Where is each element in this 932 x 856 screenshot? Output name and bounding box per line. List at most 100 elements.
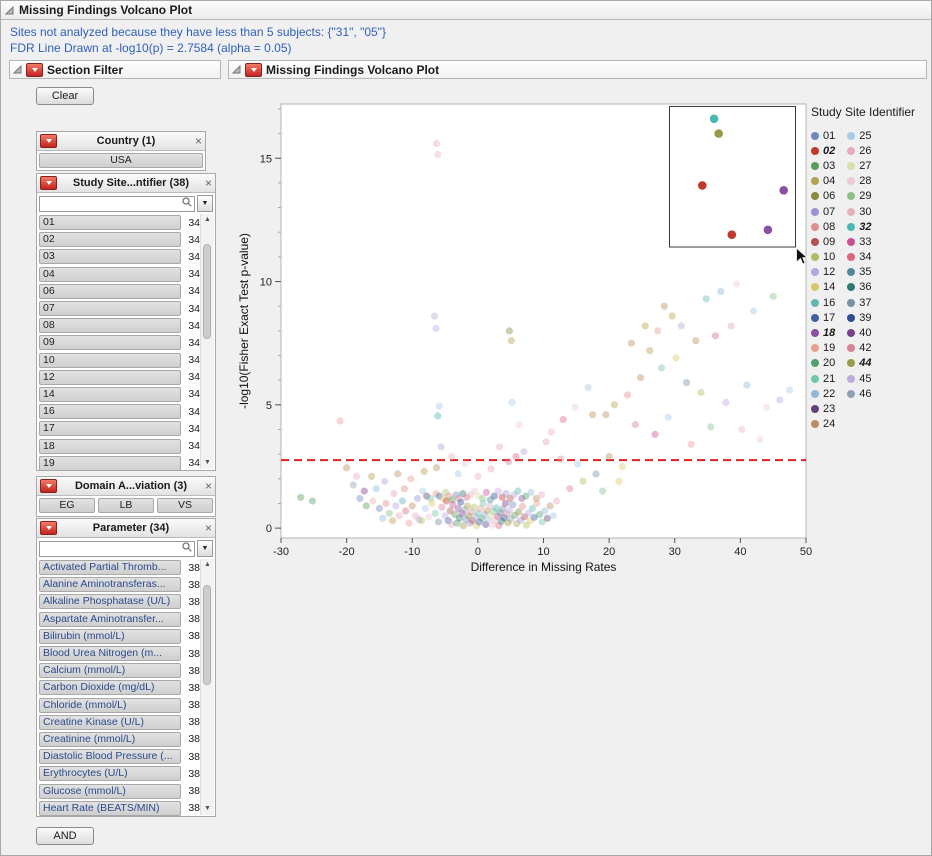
filter-item[interactable]: Diastolic Blood Pressure (... bbox=[39, 749, 181, 764]
data-point[interactable] bbox=[733, 280, 740, 287]
data-point[interactable] bbox=[464, 502, 471, 509]
data-point[interactable] bbox=[297, 494, 304, 501]
data-point[interactable] bbox=[707, 423, 714, 430]
legend-item[interactable]: 33 bbox=[847, 234, 871, 249]
data-point[interactable] bbox=[533, 500, 540, 507]
data-point[interactable] bbox=[548, 428, 555, 435]
filter-item[interactable]: USA bbox=[39, 153, 203, 168]
data-point[interactable] bbox=[361, 488, 368, 495]
data-point[interactable] bbox=[448, 453, 455, 460]
legend-item[interactable]: 18 bbox=[811, 325, 835, 340]
data-point[interactable] bbox=[646, 347, 653, 354]
legend-item[interactable]: 32 bbox=[847, 219, 871, 234]
data-point[interactable] bbox=[585, 384, 592, 391]
disclosure-icon[interactable] bbox=[13, 65, 22, 74]
legend-item[interactable]: 02 bbox=[811, 143, 835, 158]
filter-item[interactable]: Blood Urea Nitrogen (m... bbox=[39, 646, 181, 661]
legend-item[interactable]: 21 bbox=[811, 371, 835, 386]
legend-item[interactable]: 36 bbox=[847, 280, 871, 295]
data-point[interactable] bbox=[401, 485, 408, 492]
legend-item[interactable]: 04 bbox=[811, 174, 835, 189]
data-point[interactable] bbox=[433, 140, 440, 147]
data-point[interactable] bbox=[505, 458, 512, 465]
data-point[interactable] bbox=[508, 337, 515, 344]
filter-item[interactable]: 09 bbox=[39, 335, 181, 350]
data-point[interactable] bbox=[337, 417, 344, 424]
legend-item[interactable]: 10 bbox=[811, 250, 835, 265]
selected-point[interactable] bbox=[714, 129, 723, 138]
data-point[interactable] bbox=[418, 517, 425, 524]
data-point[interactable] bbox=[776, 396, 783, 403]
data-point[interactable] bbox=[770, 293, 777, 300]
filter-item[interactable]: Erythrocytes (U/L) bbox=[39, 766, 181, 781]
legend-item[interactable]: 40 bbox=[847, 325, 871, 340]
filter-item[interactable]: Activated Partial Thromb... bbox=[39, 560, 181, 575]
filter-item[interactable]: EG bbox=[39, 498, 95, 513]
selected-point[interactable] bbox=[779, 186, 788, 195]
chevron-down-icon[interactable]: ▼ bbox=[197, 540, 213, 557]
data-point[interactable] bbox=[547, 502, 554, 509]
data-point[interactable] bbox=[470, 504, 477, 511]
data-point[interactable] bbox=[373, 485, 380, 492]
data-point[interactable] bbox=[786, 386, 793, 393]
data-point[interactable] bbox=[579, 478, 586, 485]
selected-point[interactable] bbox=[728, 230, 737, 239]
data-point[interactable] bbox=[508, 399, 515, 406]
data-point[interactable] bbox=[654, 327, 661, 334]
filter-item[interactable]: 18 bbox=[39, 439, 181, 454]
selected-point[interactable] bbox=[764, 226, 773, 235]
legend-item[interactable]: 03 bbox=[811, 158, 835, 173]
disclosure-icon[interactable] bbox=[232, 65, 241, 74]
data-point[interactable] bbox=[602, 411, 609, 418]
legend-item[interactable]: 08 bbox=[811, 219, 835, 234]
legend-item[interactable]: 46 bbox=[847, 386, 871, 401]
data-point[interactable] bbox=[402, 507, 409, 514]
scrollbar-thumb[interactable] bbox=[203, 585, 211, 685]
data-point[interactable] bbox=[487, 465, 494, 472]
filter-item[interactable]: Aspartate Aminotransfer... bbox=[39, 612, 181, 627]
data-point[interactable] bbox=[722, 399, 729, 406]
legend-item[interactable]: 01 bbox=[811, 128, 835, 143]
data-point[interactable] bbox=[599, 488, 606, 495]
menu-button[interactable] bbox=[40, 479, 57, 493]
data-point[interactable] bbox=[309, 497, 316, 504]
data-point[interactable] bbox=[460, 522, 467, 529]
scroll-up-icon[interactable]: ▲ bbox=[201, 559, 214, 571]
data-point[interactable] bbox=[519, 503, 526, 510]
data-point[interactable] bbox=[343, 464, 350, 471]
data-point[interactable] bbox=[683, 379, 690, 386]
data-point[interactable] bbox=[592, 470, 599, 477]
data-point[interactable] bbox=[509, 501, 516, 508]
legend-item[interactable]: 44 bbox=[847, 356, 871, 371]
data-point[interactable] bbox=[353, 473, 360, 480]
data-point[interactable] bbox=[350, 481, 357, 488]
data-point[interactable] bbox=[763, 404, 770, 411]
data-point[interactable] bbox=[376, 505, 383, 512]
data-point[interactable] bbox=[661, 303, 668, 310]
data-point[interactable] bbox=[396, 512, 403, 519]
data-point[interactable] bbox=[750, 308, 757, 315]
data-point[interactable] bbox=[665, 414, 672, 421]
filter-item[interactable]: VS bbox=[157, 498, 213, 513]
legend-item[interactable]: 16 bbox=[811, 295, 835, 310]
legend-item[interactable]: 45 bbox=[847, 371, 871, 386]
data-point[interactable] bbox=[606, 453, 613, 460]
scroll-down-icon[interactable]: ▼ bbox=[201, 803, 214, 815]
data-point[interactable] bbox=[474, 473, 481, 480]
legend-item[interactable]: 06 bbox=[811, 189, 835, 204]
data-point[interactable] bbox=[692, 337, 699, 344]
menu-button[interactable] bbox=[40, 134, 57, 148]
data-point[interactable] bbox=[438, 443, 445, 450]
data-point[interactable] bbox=[480, 500, 487, 507]
data-point[interactable] bbox=[433, 464, 440, 471]
data-point[interactable] bbox=[628, 340, 635, 347]
legend-item[interactable]: 24 bbox=[811, 417, 835, 432]
data-point[interactable] bbox=[574, 460, 581, 467]
data-point[interactable] bbox=[368, 473, 375, 480]
filter-item[interactable]: Alkaline Phosphatase (U/L) bbox=[39, 594, 181, 609]
legend-item[interactable]: 39 bbox=[847, 310, 871, 325]
and-button[interactable]: AND bbox=[36, 827, 94, 845]
scroll-up-icon[interactable]: ▲ bbox=[201, 214, 214, 226]
data-point[interactable] bbox=[516, 421, 523, 428]
legend-item[interactable]: 28 bbox=[847, 174, 871, 189]
